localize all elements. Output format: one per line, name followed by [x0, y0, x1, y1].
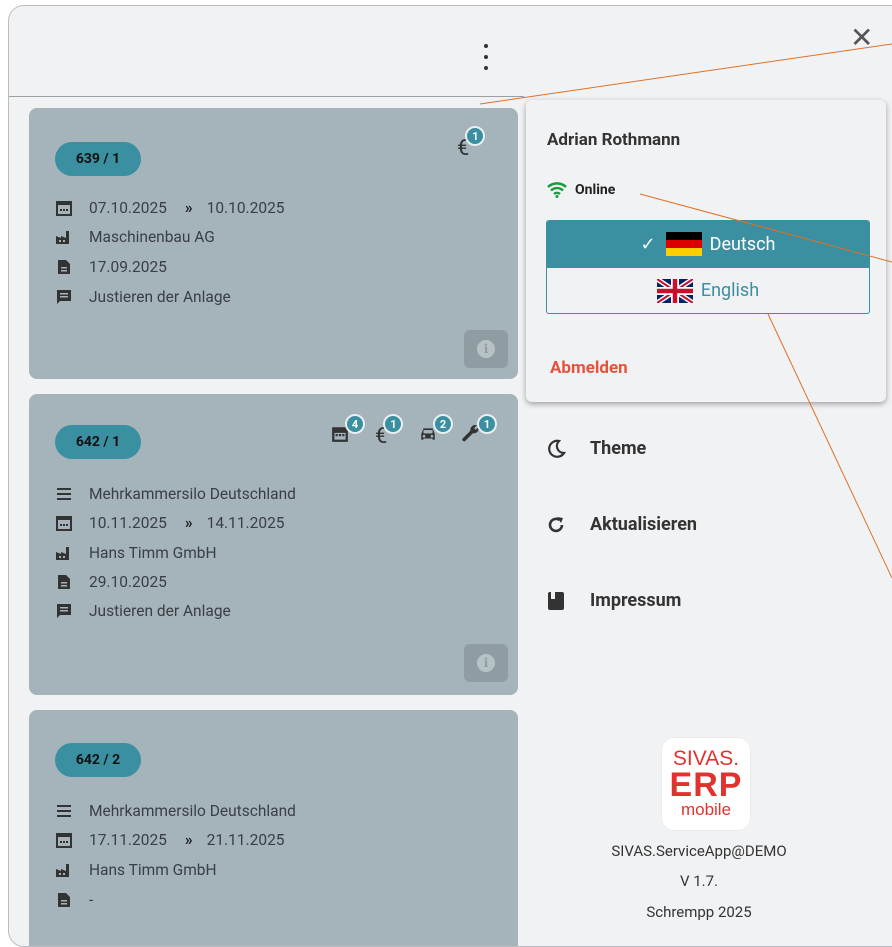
annotation-lines [479, 43, 892, 579]
